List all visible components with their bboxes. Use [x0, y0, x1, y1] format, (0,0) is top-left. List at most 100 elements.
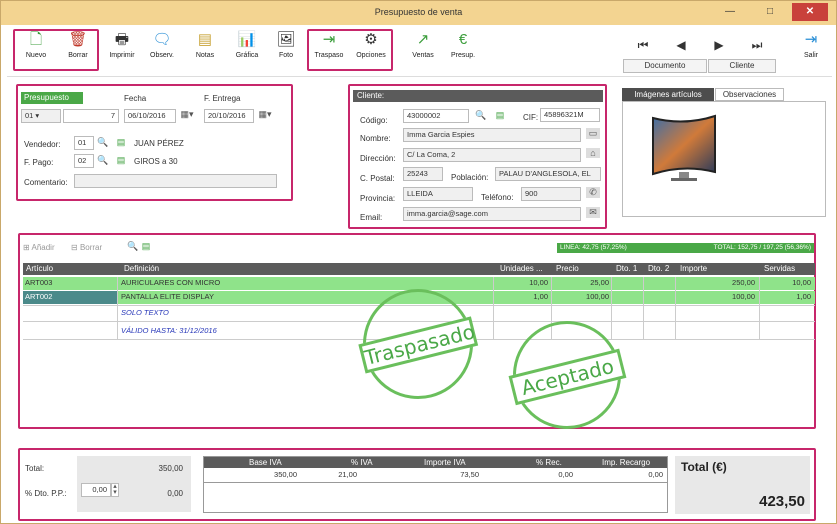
spinner-icon[interactable]: ▴ ▾ [111, 483, 119, 497]
comentario-label: Comentario: [24, 178, 68, 187]
discount-pct-field[interactable]: 0,00 [81, 483, 111, 497]
direccion-label: Dirección: [360, 154, 396, 163]
first-record-button[interactable]: ⏮ [631, 35, 655, 55]
search-icon[interactable]: 🔍 [97, 137, 108, 148]
transfer-icon: ⇥ [322, 31, 336, 48]
col-importe[interactable]: Importe [677, 263, 757, 275]
iva-amount-value: 73,50 [460, 470, 479, 479]
line-status-bar: LINEA: 42,75 (57,25%) [557, 243, 674, 253]
last-record-button[interactable]: ⏭ [745, 35, 769, 55]
row-definicion[interactable]: AURICULARES CON MICRO [119, 277, 419, 289]
phone-icon[interactable]: ✆ [586, 187, 600, 198]
cif-field[interactable]: 45896321M [540, 108, 600, 122]
tab-documento[interactable]: Documento [623, 59, 707, 73]
col-articulo[interactable]: Artículo [23, 263, 113, 275]
col-unidades[interactable]: Unidades ... [497, 263, 549, 275]
tab-cliente[interactable]: Cliente [708, 59, 776, 73]
postal-code-field[interactable]: 25243 [403, 167, 443, 181]
row-precio[interactable]: 100,00 [553, 291, 611, 303]
row-unidades[interactable]: 1,00 [494, 291, 550, 303]
row-unidades[interactable]: 10,00 [494, 277, 550, 289]
tab-observaciones[interactable]: Observaciones [715, 88, 784, 101]
home-icon[interactable]: ⌂ [586, 148, 600, 158]
phone-field[interactable]: 900 [521, 187, 581, 201]
chart-button[interactable]: 📊 Gráfica [227, 31, 267, 67]
close-button[interactable]: ✕ [792, 3, 828, 21]
row-servidas[interactable]: 1,00 [761, 291, 813, 303]
serie-select[interactable]: 01 ▾ [21, 109, 61, 123]
new-button[interactable]: 🗋 Nuevo [16, 31, 56, 67]
col-servidas[interactable]: Servidas [761, 263, 815, 275]
photo-button[interactable]: 🖼 Foto [266, 31, 306, 67]
town-field[interactable]: PALAU D'ANGLESOLA, EL [495, 167, 601, 181]
observations-button[interactable]: 🗨 Observ. [142, 31, 182, 67]
quotes-button[interactable]: € Presup. [443, 31, 483, 67]
delete-label: Borrar [68, 52, 88, 59]
col-dto1[interactable]: Dto. 1 [613, 263, 643, 275]
search-icon[interactable]: 🔍 [97, 155, 108, 166]
name-field[interactable]: Imma Garcia Espies [403, 128, 581, 142]
record-icon[interactable]: ▤ [495, 110, 505, 121]
exit-button[interactable]: ⇥ Salir [794, 31, 828, 67]
minimize-button[interactable]: — [717, 3, 743, 21]
search-icon[interactable]: 🔍 [127, 241, 138, 252]
col-pct-rec: % Rec. [536, 458, 562, 467]
chart-label: Gráfica [235, 52, 259, 59]
calendar-icon[interactable]: ▦▾ [178, 109, 196, 120]
vendedor-code-field[interactable]: 01 [74, 136, 94, 150]
previous-record-button[interactable]: ◀ [669, 35, 693, 55]
options-label: Opciones [356, 52, 386, 59]
print-button[interactable]: 🖶 Imprimir [102, 31, 142, 67]
row-servidas[interactable]: 10,00 [761, 277, 813, 289]
maximize-button[interactable]: □ [757, 3, 783, 21]
comentario-field[interactable] [74, 174, 277, 188]
row-articulo[interactable]: ART002 [23, 291, 117, 303]
row-precio[interactable]: 25,00 [553, 277, 611, 289]
quotes-label: Presup. [450, 52, 476, 59]
row-importe[interactable]: 250,00 [677, 277, 757, 289]
sales-button[interactable]: ↗ Ventas [403, 31, 443, 67]
delete-label: Borrar [79, 243, 103, 252]
next-record-button[interactable]: ▶ [707, 35, 731, 55]
message-icon[interactable]: ▭ [586, 128, 600, 139]
email-field[interactable]: imma.garcia@sage.com [403, 207, 581, 221]
date-field[interactable]: 06/10/2016 [124, 109, 176, 123]
col-precio[interactable]: Precio [553, 263, 609, 275]
notes-button[interactable]: ▤ Notas [185, 31, 225, 67]
record-icon[interactable]: ▤ [116, 155, 126, 166]
row-articulo[interactable]: ART003 [23, 277, 117, 289]
notes-icon: ▤ [197, 31, 213, 48]
client-code-field[interactable]: 43000002 [403, 109, 469, 123]
row-importe[interactable]: 100,00 [677, 291, 757, 303]
row-definicion[interactable]: PANTALLA ELITE DISPLAY [119, 291, 419, 303]
grid-line [675, 277, 676, 339]
delete-line-button[interactable]: ⊟ Borrar [71, 241, 121, 254]
grid-line [493, 277, 494, 339]
transfer-button[interactable]: ⇥ Traspaso [309, 31, 349, 67]
vendedor-label: Vendedor: [24, 140, 61, 149]
col-definicion[interactable]: Definición [121, 263, 421, 275]
tab-imagenes[interactable]: Imágenes artículos [622, 88, 714, 101]
serie-value: 01 [25, 111, 34, 120]
record-icon[interactable]: ▤ [141, 241, 151, 252]
address-field[interactable]: C/ La Coma, 2 [403, 148, 581, 162]
delete-button[interactable]: 🗑 Borrar [58, 31, 98, 67]
grand-total-label: Total (€) [681, 460, 727, 474]
search-icon[interactable]: 🔍 [475, 110, 486, 121]
calendar-icon[interactable]: ▦▾ [256, 109, 274, 120]
sales-label: Ventas [412, 52, 434, 59]
document-number-field[interactable]: 7 [63, 109, 119, 123]
photo-label: Foto [278, 52, 293, 59]
telefono-label: Teléfono: [481, 193, 514, 202]
new-document-icon: 🗋 [29, 31, 43, 48]
mail-icon[interactable]: ✉ [586, 207, 600, 218]
pago-label: F. Pago: [24, 158, 54, 167]
accepted-stamp-text: Aceptado [508, 348, 627, 406]
options-button[interactable]: ⚙ Opciones [351, 31, 391, 67]
col-dto2[interactable]: Dto. 2 [645, 263, 675, 275]
delivery-date-field[interactable]: 20/10/2016 [204, 109, 254, 123]
pago-code-field[interactable]: 02 [74, 154, 94, 168]
record-icon[interactable]: ▤ [116, 137, 126, 148]
provincia-label: Provincia: [360, 194, 396, 203]
province-field[interactable]: LLEIDA [403, 187, 473, 201]
